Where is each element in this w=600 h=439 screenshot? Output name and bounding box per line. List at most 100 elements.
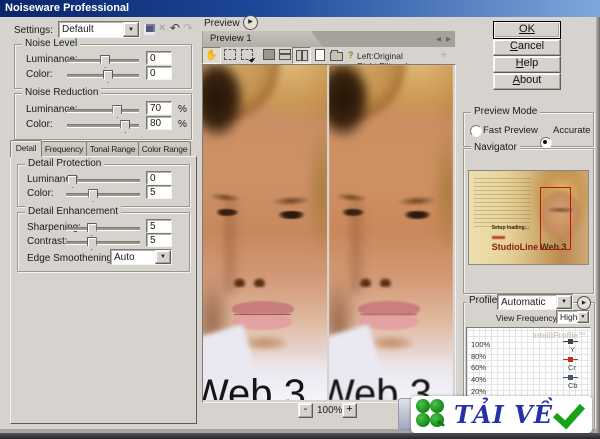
slider-thumb[interactable]	[100, 55, 110, 68]
de-contrast-slider[interactable]	[66, 241, 140, 245]
detail-enhancement-title: Detail Enhancement	[25, 206, 121, 218]
dp-color-slider[interactable]	[66, 193, 140, 197]
edge-smoothening-value: Auto	[111, 251, 155, 264]
edge-smoothening-label: Edge Smoothening:	[27, 252, 115, 265]
detail-enhancement-group: Detail Enhancement Sharpening: 5 Contras…	[17, 212, 190, 272]
tab-strip: Detail Frequency Tonal Range Color Range	[10, 140, 196, 156]
nr-luminance-value[interactable]: 70	[146, 101, 172, 115]
hand-tool-icon[interactable]: ✋	[202, 47, 221, 64]
preview-pane-original[interactable]: Web 3	[203, 65, 327, 400]
profile-menu-icon[interactable]: ▶	[577, 296, 591, 310]
nr-color-value[interactable]: 80	[146, 116, 172, 130]
slider-thumb[interactable]	[88, 189, 98, 202]
folder-icon[interactable]	[328, 47, 345, 62]
profile-value: Automatic	[498, 296, 556, 309]
splash-text-original: Web 3	[203, 374, 306, 400]
tab-color-range[interactable]: Color Range	[138, 141, 191, 156]
detail-protection-group: Detail Protection Luminance: 0 Color: 5	[17, 164, 190, 207]
zoom-out-button[interactable]: -	[298, 403, 313, 418]
preview-menu-icon[interactable]: ▶	[243, 15, 258, 30]
navigator-group: Navigator Setup loading... StudioLineWeb…	[463, 148, 594, 294]
preview-tab[interactable]: Preview 1	[203, 31, 323, 47]
slider-thumb[interactable]	[87, 237, 97, 250]
chart-ylabel: 40%	[471, 376, 486, 384]
navigator-thumbnail[interactable]: Setup loading... StudioLineWeb 3	[468, 170, 589, 265]
tab-detail[interactable]: Detail	[10, 140, 42, 157]
fast-preview-label[interactable]: Fast Preview	[483, 125, 538, 136]
view-frequency-label: View Frequency:	[496, 313, 559, 323]
nl-color-value[interactable]: 0	[146, 66, 172, 80]
chevron-down-icon[interactable]: ▼	[123, 22, 139, 37]
nl-luminance-value[interactable]: 0	[146, 51, 172, 65]
preview-mode-title: Preview Mode	[471, 106, 540, 118]
noise-level-title: Noise Level	[22, 38, 80, 50]
crop-preview-tool-icon[interactable]	[238, 47, 255, 62]
undo-icon[interactable]: ↶	[170, 21, 180, 35]
redo-icon[interactable]: ↷	[183, 21, 193, 35]
nr-color-slider[interactable]	[67, 124, 139, 128]
preview-tabbar: Preview 1 ◀ ▶	[202, 31, 455, 47]
tab-tonal-range[interactable]: Tonal Range	[86, 141, 139, 156]
new-preview-icon[interactable]	[311, 47, 328, 62]
about-button[interactable]: About	[493, 73, 561, 90]
delete-settings-icon[interactable]: ×	[159, 22, 165, 34]
save-settings-icon[interactable]	[144, 24, 155, 35]
preview-pane-filtered[interactable]: Web 3	[329, 65, 453, 400]
cancel-button[interactable]: Cancel	[493, 39, 561, 56]
tab-frequency[interactable]: Frequency	[41, 141, 87, 156]
nr-color-label: Color:	[26, 118, 53, 131]
nl-color-label: Color:	[26, 68, 53, 81]
slider-thumb[interactable]	[103, 70, 113, 83]
view-frequency-dropdown[interactable]: High ▼	[556, 310, 590, 324]
de-sharpening-value[interactable]: 5	[146, 219, 172, 233]
tab-scroll-left-icon[interactable]: ◀	[436, 35, 441, 43]
nl-luminance-slider[interactable]	[67, 59, 139, 63]
settings-dropdown[interactable]: Default ▼	[58, 21, 140, 38]
legend-label-y: Y	[570, 346, 575, 354]
navigator-view-rect[interactable]	[540, 187, 571, 250]
noiseware-dialog: Noiseware Professional Settings: Default…	[0, 0, 600, 439]
profile-dropdown[interactable]: Automatic ▼	[497, 294, 573, 310]
chevron-down-icon[interactable]: ▼	[577, 311, 589, 323]
single-view-icon[interactable]	[260, 47, 277, 62]
edge-smoothening-dropdown[interactable]: Auto ▼	[110, 249, 172, 265]
marquee-tool-icon[interactable]	[221, 47, 238, 62]
help-button[interactable]: Help	[493, 56, 561, 73]
noise-level-group: Noise Level Luminance: 0 Color: 0	[14, 44, 192, 89]
accurate-label[interactable]: Accurate	[553, 125, 591, 136]
navigator-title: Navigator	[471, 142, 520, 154]
title-bar[interactable]: Noiseware Professional	[0, 0, 600, 17]
vertical-split-view-icon[interactable]	[292, 47, 311, 64]
ok-button[interactable]: OK	[493, 21, 561, 39]
preview-toolbar: ✋ ? Left:Original Right:Filtered ✳	[202, 47, 455, 64]
dp-luminance-slider[interactable]	[66, 179, 140, 183]
horizontal-split-view-icon[interactable]	[276, 47, 293, 62]
spinner-icon: ✳	[440, 50, 448, 61]
chart-ylabel: 20%	[471, 388, 486, 396]
download-text: TẢI VỀ	[454, 400, 553, 429]
nr-luminance-slider[interactable]	[67, 109, 139, 113]
slider-thumb[interactable]	[112, 105, 122, 118]
help-hint-icon[interactable]: ?	[348, 50, 354, 60]
de-sharpening-slider[interactable]	[66, 227, 140, 231]
dp-color-value[interactable]: 5	[146, 185, 172, 199]
window-shadow	[0, 433, 600, 439]
chevron-down-icon[interactable]: ▼	[556, 295, 572, 309]
zoom-in-button[interactable]: +	[342, 403, 357, 418]
chart-ylabel: 100%	[471, 341, 490, 349]
clover-icon	[415, 398, 446, 430]
original-photo: Web 3	[203, 65, 327, 400]
zoom-level: 100%	[317, 404, 343, 417]
tab-scroll-right-icon[interactable]: ▶	[446, 35, 451, 43]
slider-thumb[interactable]	[87, 223, 97, 236]
chevron-down-icon[interactable]: ▼	[155, 250, 171, 264]
fast-preview-radio[interactable]	[470, 125, 482, 137]
slider-thumb[interactable]	[67, 175, 77, 188]
nr-luminance-unit: %	[178, 103, 187, 116]
settings-label: Settings:	[14, 24, 53, 37]
nl-color-slider[interactable]	[67, 74, 139, 78]
slider-thumb[interactable]	[120, 120, 130, 133]
checkmark-icon	[553, 397, 585, 430]
de-contrast-value[interactable]: 5	[146, 233, 172, 247]
dp-luminance-value[interactable]: 0	[146, 171, 172, 185]
